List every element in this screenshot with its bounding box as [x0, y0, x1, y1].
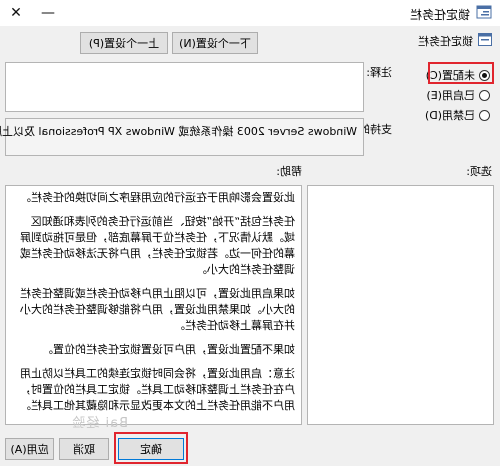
- radio-unselected-icon: [479, 109, 490, 121]
- mirrored-content: 锁定任务栏 — ✕ 锁定任务栏 上一个设置(P) 下一个设置(N) 未配置(C)…: [0, 0, 500, 466]
- prev-setting-button[interactable]: 上一个设置(P): [80, 32, 168, 54]
- highlight-not-configured: [428, 62, 494, 84]
- cancel-button[interactable]: 取消: [59, 438, 109, 460]
- watermark: Bai 经验: [71, 416, 128, 431]
- help-paragraph: 此设置会影响用于在运行的应用程序之间切换的任务栏。: [20, 191, 295, 204]
- help-paragraph: 任务栏包括“开始”按钮、当前运行任务的列表和通知区域。默认情况下，任务栏位于屏幕…: [20, 215, 295, 276]
- options-label: 选项:: [466, 165, 492, 178]
- next-setting-label: 下一个设置(N): [179, 37, 251, 50]
- help-pane[interactable]: 此设置会影响用于在运行的应用程序之间切换的任务栏。 任务栏包括“开始”按钮、当前…: [5, 185, 302, 425]
- apply-label: 应用(A): [10, 443, 49, 456]
- radio-enabled-label: 已启用(E): [426, 89, 475, 102]
- group-policy-dialog: 锁定任务栏 — ✕ 锁定任务栏 上一个设置(P) 下一个设置(N) 未配置(C)…: [0, 0, 500, 466]
- minimize-button[interactable]: —: [32, 0, 64, 26]
- radio-disabled-label: 已禁用(D): [424, 109, 475, 122]
- comment-textarea[interactable]: [5, 62, 364, 112]
- radio-unselected-icon: [479, 89, 490, 101]
- policy-app-icon: [476, 5, 492, 19]
- radio-disabled[interactable]: 已禁用(D): [425, 107, 490, 123]
- help-label: 帮助:: [276, 165, 302, 178]
- comment-label: 注释:: [366, 66, 392, 79]
- title-bar: 锁定任务栏 — ✕: [0, 0, 500, 26]
- options-pane: [307, 185, 494, 425]
- apply-button[interactable]: 应用(A): [5, 438, 54, 460]
- window-title: 锁定任务栏: [409, 8, 470, 22]
- supported-field: Windows Server 2003 操作系统或 Windows XP Pro…: [0, 118, 364, 156]
- help-paragraph: 如果启用此设置，可以阻止用户移动任务栏或调整任务栏的大小。如果禁用此设置，用户将…: [20, 287, 295, 332]
- minimize-icon: —: [41, 5, 55, 21]
- help-paragraph: 注意：启用此设置，将会同时锁定连续的工具栏以防止用户在任务栏上调整和移动工具栏。…: [20, 367, 295, 412]
- next-setting-button[interactable]: 下一个设置(N): [172, 32, 258, 54]
- setting-name: 锁定任务栏: [418, 35, 473, 48]
- highlight-ok-button: [114, 432, 188, 464]
- cancel-label: 取消: [73, 443, 95, 456]
- close-button[interactable]: ✕: [0, 0, 32, 26]
- setting-icon: [478, 33, 492, 46]
- radio-enabled[interactable]: 已启用(E): [426, 87, 490, 103]
- help-paragraph: 如果不配置此设置，用户可设置锁定任务栏的位置。: [42, 343, 295, 356]
- close-icon: ✕: [10, 5, 22, 21]
- prev-setting-label: 上一个设置(P): [88, 37, 160, 50]
- supported-value: Windows Server 2003 操作系统或 Windows XP Pro…: [0, 125, 357, 138]
